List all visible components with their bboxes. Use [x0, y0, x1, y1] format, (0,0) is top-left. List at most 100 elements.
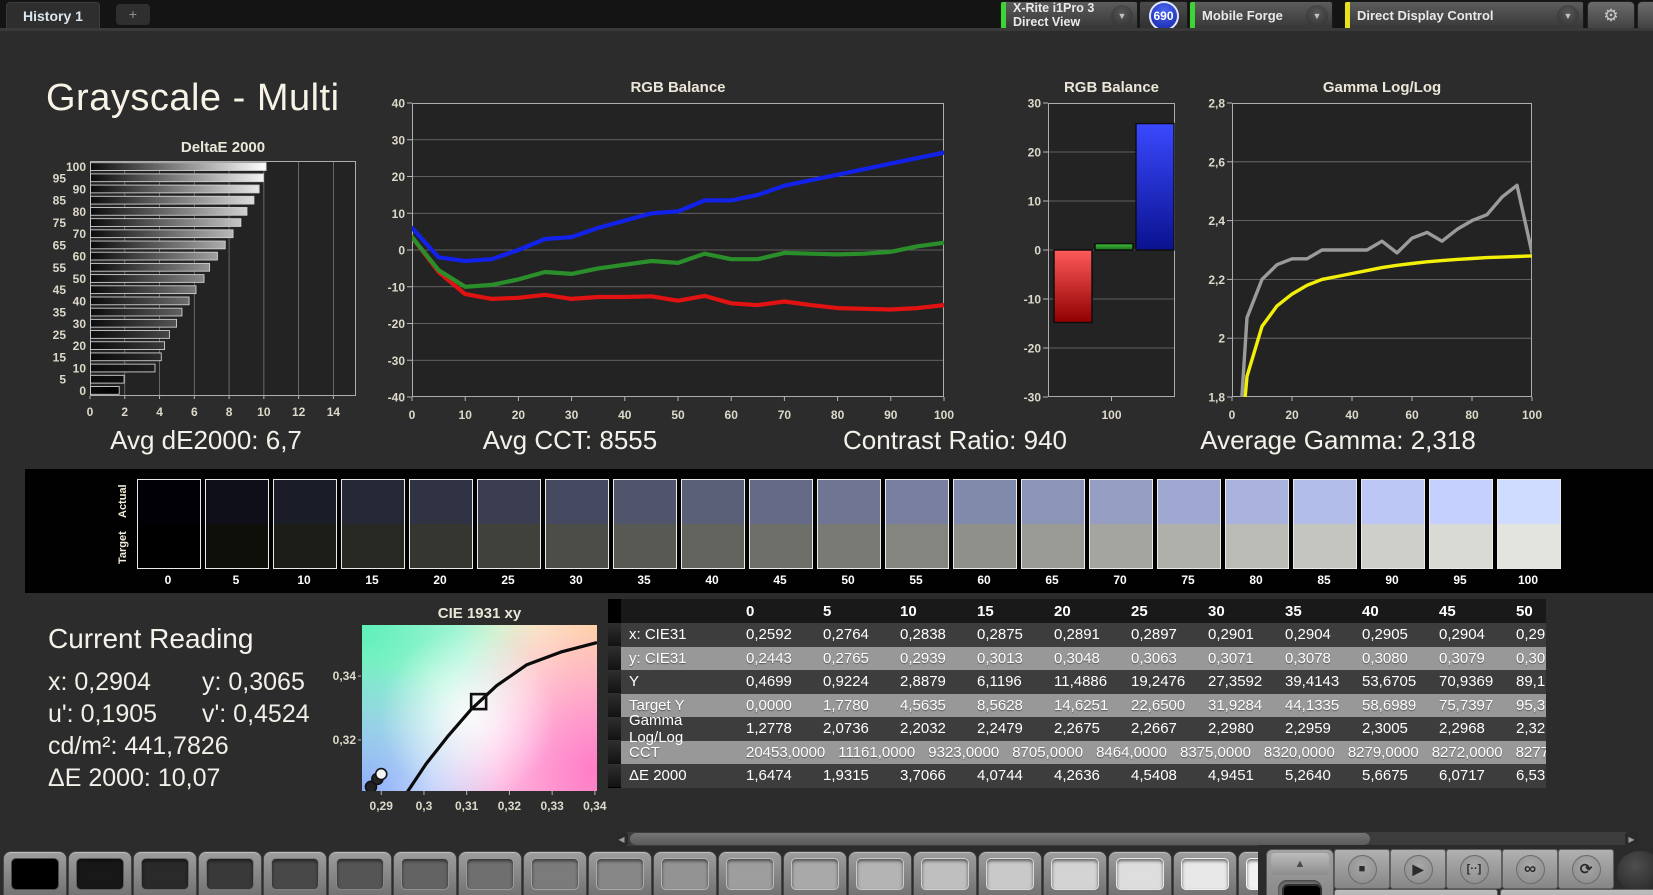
- table-cell: 0,3048: [1054, 649, 1100, 667]
- display-control-dropdown[interactable]: Direct Display Control ▼: [1344, 1, 1584, 31]
- patch-button-75[interactable]: 75: [978, 851, 1042, 895]
- patch-button-30[interactable]: 30: [393, 851, 457, 895]
- swatch-actual-60: [954, 480, 1016, 524]
- stat-average-gamma: Average Gamma: 2,318: [1200, 425, 1476, 455]
- svg-text:40: 40: [1345, 408, 1359, 422]
- current-patch-frame: [1278, 880, 1322, 895]
- patch-button-25[interactable]: 25: [328, 851, 392, 895]
- deltae-bar-0: [90, 386, 120, 395]
- svg-text:-20: -20: [1024, 342, 1042, 356]
- swatch-actual-0: [138, 480, 200, 524]
- svg-text:6: 6: [191, 405, 198, 419]
- patch-button-0[interactable]: 0: [3, 851, 67, 895]
- svg-text:80: 80: [73, 205, 87, 219]
- svg-text:2,6: 2,6: [1208, 155, 1225, 169]
- table-cell: 0,4699: [746, 673, 792, 691]
- source-dropdown[interactable]: Mobile Forge ▼: [1189, 1, 1333, 31]
- row-handle[interactable]: [608, 693, 621, 718]
- table-cell: 2,2968: [1439, 720, 1485, 738]
- reading-u-prime: u': 0,1905: [48, 700, 158, 728]
- edge-button-partial[interactable]: [1637, 1, 1653, 31]
- row-handle[interactable]: [608, 740, 621, 765]
- swatch-level-label: 80: [1249, 573, 1263, 587]
- svg-text:0,29: 0,29: [370, 799, 394, 813]
- row-handle[interactable]: [608, 669, 621, 694]
- table-cell: 89,1: [1516, 673, 1546, 691]
- back-button[interactable]: « Back: [1334, 889, 1498, 895]
- collapse-panel-button[interactable]: ▲: [1271, 853, 1329, 875]
- stat-contrast-ratio: Contrast Ratio: 940: [842, 425, 1068, 455]
- patch-button-15[interactable]: 15: [198, 851, 262, 895]
- continuous-button[interactable]: ∞: [1502, 849, 1558, 889]
- swatch-level-label: 0: [164, 573, 172, 587]
- row-handle[interactable]: [608, 622, 621, 647]
- table-row: Target Y 0,0000 1,7780 4,5635 8,5628 14,6251 2…: [608, 693, 1546, 718]
- table-row-label: Y: [629, 673, 640, 691]
- deltae-bar-15: [90, 352, 162, 362]
- swatch-target-20: [410, 524, 472, 568]
- meter-dropdown[interactable]: X-Rite i1Pro 3 Direct View ▼: [1000, 1, 1138, 31]
- patch-button-80[interactable]: 80: [1043, 851, 1107, 895]
- add-tab-button[interactable]: +: [116, 4, 150, 25]
- swatch-level-label: 90: [1385, 573, 1399, 587]
- scroll-left-arrow[interactable]: ◀: [615, 832, 628, 846]
- patch-button-70[interactable]: 70: [913, 851, 977, 895]
- table-column-header: 5: [823, 602, 832, 620]
- play-button[interactable]: ▶: [1390, 849, 1446, 889]
- play-icon: ▶: [1412, 860, 1424, 877]
- swatch-target-10: [274, 524, 336, 568]
- table-scrollbar[interactable]: ◀ ▶: [615, 832, 1638, 846]
- row-handle[interactable]: [608, 763, 621, 788]
- table-column-header: 35: [1285, 602, 1302, 620]
- swatch-target-65: [1022, 524, 1084, 568]
- patch-button-85[interactable]: 85: [1108, 851, 1172, 895]
- stop-button[interactable]: ■: [1334, 849, 1390, 889]
- svg-text:Gamma Log/Log: Gamma Log/Log: [1323, 79, 1441, 96]
- patch-button-5[interactable]: 5: [68, 851, 132, 895]
- table-cell: 4,2636: [1054, 767, 1100, 785]
- main-content: Grayscale - Multi DeltaE 2000 0 2 4 6 8 10 12 14…: [0, 28, 1653, 895]
- loop-button[interactable]: ⟳: [1558, 849, 1614, 889]
- step-button[interactable]: [··]: [1446, 849, 1502, 889]
- patch-button-60[interactable]: 60: [783, 851, 847, 895]
- table-scrollbar-thumb[interactable]: [630, 833, 1370, 845]
- scroll-right-arrow[interactable]: ▶: [1625, 832, 1638, 846]
- swatch-65: [1021, 479, 1085, 569]
- patch-button-90[interactable]: 90: [1173, 851, 1237, 895]
- reading-luminance: cd/m²: 441,7826: [48, 732, 229, 760]
- patch-button-20[interactable]: 20: [263, 851, 327, 895]
- patch-swatch: [76, 858, 124, 890]
- table-column-header: 30: [1208, 602, 1225, 620]
- settings-button[interactable]: ⚙: [1587, 1, 1635, 31]
- table-cell: 0,3063: [1131, 649, 1177, 667]
- patch-button-40[interactable]: 40: [523, 851, 587, 895]
- svg-text:-10: -10: [388, 280, 406, 294]
- patch-button-10[interactable]: 10: [133, 851, 197, 895]
- swatch-level-label: 35: [637, 573, 651, 587]
- table-cell: 1,2778: [746, 720, 792, 738]
- swatch-level-label: 45: [773, 573, 787, 587]
- edge-knob-partial[interactable]: [1617, 851, 1653, 893]
- patch-button-65[interactable]: 65: [848, 851, 912, 895]
- patch-button-50[interactable]: 50: [653, 851, 717, 895]
- svg-text:10: 10: [73, 362, 87, 376]
- patch-button-55[interactable]: 55: [718, 851, 782, 895]
- swatch-actual-10: [274, 480, 336, 524]
- table-cell: 0,2838: [900, 626, 946, 644]
- row-handle[interactable]: [608, 646, 621, 671]
- swatch-actual-100: [1498, 480, 1560, 524]
- table-cell: 95,3: [1516, 696, 1546, 714]
- tab-history-1[interactable]: History 1: [6, 2, 100, 29]
- swatch-30: [545, 479, 609, 569]
- patch-swatch: [986, 858, 1034, 890]
- patch-button-45[interactable]: 45: [588, 851, 652, 895]
- row-handle[interactable]: [608, 716, 621, 741]
- table-cell: 44,1335: [1285, 696, 1340, 714]
- current-patch-preview[interactable]: [1282, 884, 1322, 895]
- table-cell: 0,2875: [977, 626, 1023, 644]
- swatch-actual-80: [1226, 480, 1288, 524]
- swatch-5: [205, 479, 269, 569]
- svg-text:0,3: 0,3: [416, 799, 433, 813]
- patch-button-35[interactable]: 35: [458, 851, 522, 895]
- next-button[interactable]: Next »: [1500, 889, 1653, 895]
